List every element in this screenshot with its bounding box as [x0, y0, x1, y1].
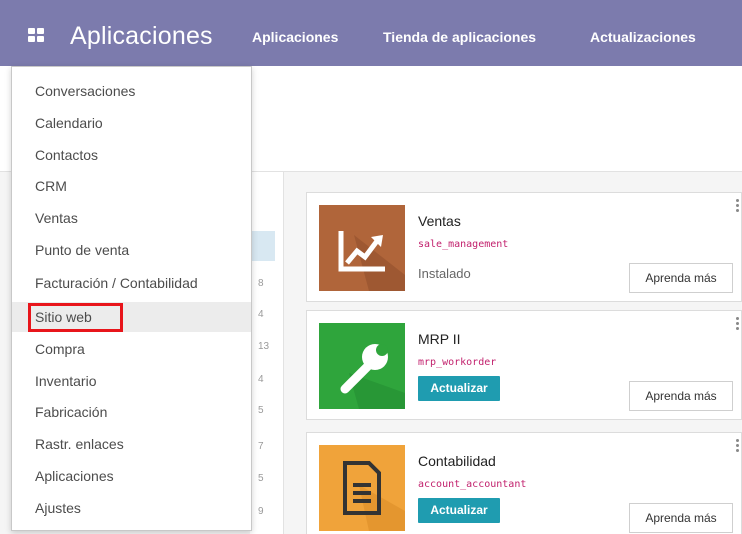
nav-link-updates[interactable]: Actualizaciones: [590, 29, 696, 45]
category-count: 4: [258, 374, 264, 385]
app-card-ventas[interactable]: Ventas sale_management Instalado Aprenda…: [306, 192, 742, 302]
menu-item-fabricacion[interactable]: Fabricación: [12, 397, 251, 427]
kebab-menu-icon[interactable]: [736, 439, 741, 457]
menu-item-calendario[interactable]: Calendario: [12, 108, 251, 138]
menu-item-aplicaciones[interactable]: Aplicaciones: [12, 461, 251, 491]
category-count: 4: [258, 309, 264, 320]
category-count: 8: [258, 278, 264, 289]
app-name: Ventas: [418, 213, 461, 229]
menu-item-contactos[interactable]: Contactos: [12, 140, 251, 170]
menu-item-ventas[interactable]: Ventas: [12, 203, 251, 233]
learn-more-button[interactable]: Aprenda más: [629, 263, 733, 293]
nav-link-apps[interactable]: Aplicaciones: [252, 29, 338, 45]
document-icon: [319, 445, 405, 531]
app-card-contabilidad[interactable]: Contabilidad account_accountant Actualiz…: [306, 432, 742, 534]
menu-item-compra[interactable]: Compra: [12, 334, 251, 364]
learn-more-button[interactable]: Aprenda más: [629, 381, 733, 411]
menu-item-inventario[interactable]: Inventario: [12, 366, 251, 396]
chart-trend-icon: [319, 205, 405, 291]
menu-item-punto-de-venta[interactable]: Punto de venta: [12, 235, 251, 265]
kebab-menu-icon[interactable]: [736, 317, 741, 335]
update-button[interactable]: Actualizar: [418, 376, 500, 401]
category-sidebar: [250, 172, 284, 534]
category-count: 5: [258, 405, 264, 416]
app-name: MRP II: [418, 331, 461, 347]
app-title[interactable]: Aplicaciones: [70, 22, 213, 51]
menu-item-facturacion[interactable]: Facturación / Contabilidad: [12, 268, 251, 298]
highlight-annotation: [28, 303, 123, 332]
menu-item-crm[interactable]: CRM: [12, 171, 251, 201]
wrench-icon: [319, 323, 405, 409]
menu-item-conversaciones[interactable]: Conversaciones: [12, 76, 251, 106]
app-technical-name: account_accountant: [418, 479, 527, 490]
category-selected[interactable]: [250, 231, 275, 261]
update-button[interactable]: Actualizar: [418, 498, 500, 523]
kebab-menu-icon[interactable]: [736, 199, 741, 217]
category-count: 7: [258, 441, 264, 452]
menu-item-ajustes[interactable]: Ajustes: [12, 493, 251, 523]
app-card-mrp[interactable]: MRP II mrp_workorder Actualizar Aprenda …: [306, 310, 742, 420]
menu-item-rastr-enlaces[interactable]: Rastr. enlaces: [12, 429, 251, 459]
app-technical-name: mrp_workorder: [418, 357, 497, 368]
apps-dropdown-menu: Conversaciones Calendario Contactos CRM …: [11, 66, 252, 531]
learn-more-button[interactable]: Aprenda más: [629, 503, 733, 533]
app-name: Contabilidad: [418, 453, 496, 469]
category-count: 13: [258, 341, 270, 352]
app-technical-name: sale_management: [418, 239, 509, 250]
nav-link-app-store[interactable]: Tienda de aplicaciones: [383, 29, 536, 45]
category-count: 9: [258, 506, 264, 517]
app-status: Instalado: [418, 266, 471, 281]
apps-grid-icon[interactable]: [28, 28, 45, 43]
top-navbar: Aplicaciones Aplicaciones Tienda de apli…: [0, 0, 742, 66]
category-count: 5: [258, 473, 264, 484]
